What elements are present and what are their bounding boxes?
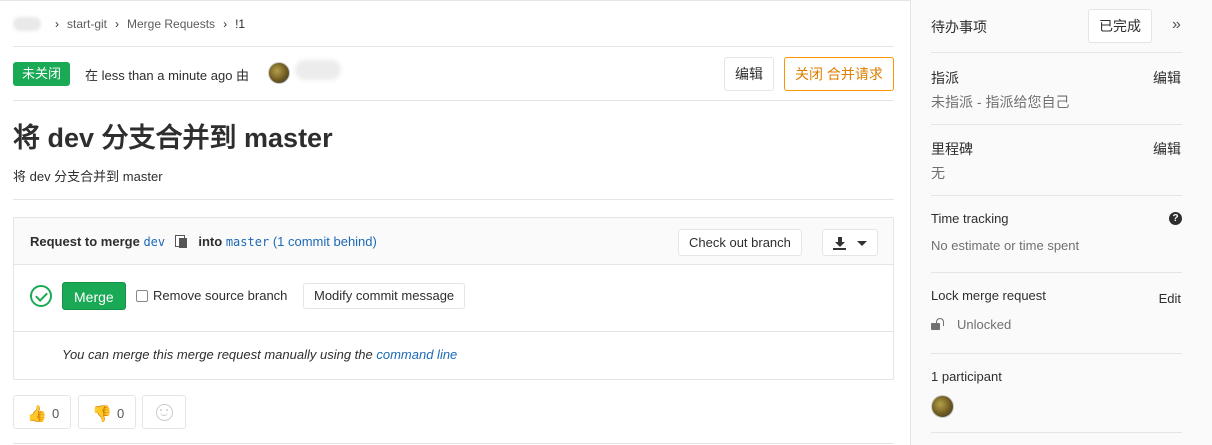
assignee-value[interactable]: 未指派 - 指派给您自己 (931, 92, 1069, 112)
time-tracking-value: No estimate or time spent (931, 238, 1080, 253)
mr-status-row: 未关闭 在 less than a minute ago 由 编辑 关闭 合并请… (13, 57, 894, 94)
thumbs-up-count: 0 (52, 406, 60, 421)
divider (13, 100, 894, 101)
collapse-sidebar-icon[interactable]: » (1172, 16, 1181, 34)
check-out-branch-button[interactable]: Check out branch (678, 229, 802, 256)
namespace-link-redacted[interactable] (13, 17, 41, 31)
chevron-down-icon (857, 241, 867, 246)
time-tracking-label: Time tracking (931, 211, 1009, 226)
thumbs-up-button[interactable]: 👍 0 (13, 395, 71, 429)
main-content: › start-git › Merge Requests › !1 未关闭 在 … (0, 0, 910, 445)
manual-merge-hint: You can merge this merge request manuall… (62, 347, 457, 362)
divider (931, 353, 1182, 354)
thumbs-down-button[interactable]: 👎 0 (78, 395, 136, 429)
todo-done-button[interactable]: 已完成 (1088, 9, 1152, 43)
target-branch[interactable]: master (226, 235, 269, 249)
breadcrumb-separator: › (223, 17, 228, 31)
edit-button[interactable]: 编辑 (724, 57, 774, 91)
merge-button[interactable]: Merge (62, 282, 126, 310)
milestone-label: 里程碑 (931, 141, 973, 157)
lock-merge-request-label: Lock merge request (931, 288, 1046, 303)
todo-label: 待办事项 (931, 19, 987, 35)
status-badge: 未关闭 (13, 62, 71, 86)
mr-description: 将 dev 分支合并到 master (13, 169, 163, 184)
request-to-merge-label: Request to merge (30, 234, 140, 249)
merge-widget-body: Merge Remove source branch Modify commit… (14, 266, 893, 332)
thumbs-down-count: 0 (117, 406, 125, 421)
merge-request-summary: Request to merge dev into master (1 comm… (30, 234, 377, 249)
assignee-edit-link[interactable]: 编辑 (1153, 68, 1181, 88)
divider (13, 443, 894, 444)
commits-behind-link[interactable]: (1 commit behind) (273, 234, 377, 249)
thumbs-down-icon: 👎 (92, 406, 112, 423)
assignee-label: 指派 (931, 70, 959, 86)
divider (931, 124, 1182, 125)
milestone-edit-link[interactable]: 编辑 (1153, 139, 1181, 159)
breadcrumb: › start-git › Merge Requests › !1 (13, 14, 245, 34)
manual-merge-text: You can merge this merge request manuall… (62, 347, 373, 362)
command-line-link[interactable]: command line (376, 347, 457, 362)
smiley-icon (156, 404, 173, 421)
divider (931, 272, 1182, 273)
milestone-value: 无 (931, 165, 945, 181)
thumbs-up-icon: 👍 (27, 406, 47, 423)
lock-status-value: Unlocked (957, 317, 1012, 332)
participant-avatar[interactable] (931, 395, 954, 418)
author-avatar[interactable] (268, 62, 290, 84)
source-branch[interactable]: dev (143, 235, 165, 249)
download-icon-base (833, 248, 846, 250)
divider (931, 52, 1182, 53)
breadcrumb-separator: › (55, 17, 59, 31)
status-text: 在 less than a minute ago 由 (85, 68, 250, 83)
download-dropdown-button[interactable] (822, 229, 878, 256)
divider (931, 432, 1182, 433)
author-name-redacted[interactable] (295, 60, 341, 80)
merge-widget-header: Request to merge dev into master (1 comm… (14, 218, 893, 265)
participants-label: 1 participant (931, 369, 1002, 384)
breadcrumb-separator: › (115, 17, 120, 31)
close-merge-request-button[interactable]: 关闭 合并请求 (784, 57, 894, 91)
page-title: 将 dev 分支合并到 master (13, 123, 333, 153)
divider (13, 199, 894, 200)
add-reaction-button[interactable] (142, 395, 186, 429)
unlock-icon (931, 318, 945, 330)
right-sidebar: 待办事项 已完成 » 指派 编辑 未指派 - 指派给您自己 里程碑 编辑 无 T… (910, 0, 1212, 445)
lock-edit-link[interactable]: Edit (1159, 291, 1181, 306)
divider (931, 195, 1182, 196)
remove-source-branch-checkbox[interactable] (136, 290, 148, 302)
modify-commit-message-button[interactable]: Modify commit message (303, 283, 466, 309)
divider (13, 46, 894, 47)
breadcrumb-merge-requests[interactable]: Merge Requests (127, 17, 215, 31)
breadcrumb-current[interactable]: !1 (235, 17, 245, 31)
into-label: into (198, 234, 223, 249)
check-circle-icon (30, 285, 52, 307)
copy-icon[interactable] (174, 235, 187, 248)
help-icon[interactable]: ? (1169, 212, 1182, 225)
remove-source-branch-label[interactable]: Remove source branch (153, 288, 287, 303)
breadcrumb-project[interactable]: start-git (67, 17, 107, 31)
merge-widget: Request to merge dev into master (1 comm… (13, 217, 894, 380)
